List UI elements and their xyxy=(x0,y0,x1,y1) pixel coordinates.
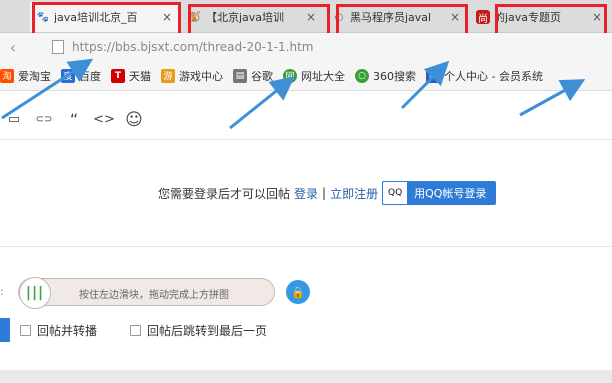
login-link[interactable]: 登录 xyxy=(294,185,318,202)
captcha-hint: 按住左边滑块，拖动完成上方拼图 xyxy=(79,290,229,301)
lock-glyph: 🔒 xyxy=(291,285,305,299)
shang-icon: 尚 xyxy=(476,10,490,25)
qq-login-label: 用QQ帐号登录 xyxy=(414,187,487,200)
address-bar: ‹ https://bbs.bjsxt.com/thread-20-1-1.ht… xyxy=(0,33,612,61)
bookmarks-bar: 淘 爱淘宝 度 百度 T 天猫 游 游戏中心 ▤ 谷歌 网 网址大全 ○ 360… xyxy=(0,61,612,91)
bookmark-game[interactable]: 游 游戏中心 xyxy=(161,68,223,84)
register-link[interactable]: 立即注册 xyxy=(330,185,378,202)
qq-icon: QQ xyxy=(382,181,409,205)
link-icon[interactable]: ⊂⊃ xyxy=(30,108,58,132)
grip-icon: ||| xyxy=(25,285,45,301)
bookmark-360[interactable]: ○ 360搜索 xyxy=(355,68,416,84)
url-input[interactable]: https://bbs.bjsxt.com/thread-20-1-1.htm xyxy=(72,40,314,54)
back-icon[interactable]: ‹ xyxy=(2,38,24,57)
bookmark-google[interactable]: ▤ 谷歌 xyxy=(233,68,273,84)
bookmark-label: 游戏中心 xyxy=(179,69,223,83)
bookmark-label: 网址大全 xyxy=(301,69,345,83)
option-jump-last[interactable]: 回帖后跳转到最后一页 xyxy=(130,322,267,339)
editor-toolbar: ▭ ⊂⊃ “ <> ☺ xyxy=(0,100,612,140)
bookmark-label: 爱淘宝 xyxy=(18,69,51,83)
separator: | xyxy=(322,186,327,200)
captcha-slider-handle[interactable]: ||| xyxy=(19,277,51,309)
emoji-icon[interactable]: ☺ xyxy=(120,108,148,132)
game-icon: 游 xyxy=(161,68,175,83)
quote-icon[interactable]: “ xyxy=(60,108,88,132)
lock-icon[interactable]: 🔒 xyxy=(286,280,310,304)
option-label: 回帖并转播 xyxy=(37,324,98,338)
bookmark-tmall[interactable]: T 天猫 xyxy=(111,68,151,84)
bookmark-member[interactable]: ▣ 个人中心 - 会员系统 xyxy=(426,68,543,84)
repost-checkbox[interactable] xyxy=(20,325,31,336)
search360-icon: ○ xyxy=(355,68,369,83)
member-icon: ▣ xyxy=(426,68,440,83)
bookmark-label: 谷歌 xyxy=(251,69,273,83)
qq-login-button[interactable]: QQ 用QQ帐号登录 xyxy=(382,181,497,205)
option-repost[interactable]: 回帖并转播 xyxy=(20,322,97,339)
login-prompt: 您需要登录后才可以回帖 登录 | 立即注册 QQ 用QQ帐号登录 xyxy=(158,180,497,206)
sites-icon: 网 xyxy=(283,68,297,83)
submit-button-edge[interactable] xyxy=(0,318,10,342)
bookmark-label: 360搜索 xyxy=(373,69,416,83)
bookmark-sites[interactable]: 网 网址大全 xyxy=(283,68,345,84)
image-icon[interactable]: ▭ xyxy=(0,108,28,132)
jump-last-checkbox[interactable] xyxy=(130,325,141,336)
divider xyxy=(0,246,612,247)
captcha-slider-track: ||| 按住左边滑块，拖动完成上方拼图 xyxy=(18,277,275,309)
bookmark-label: 百度 xyxy=(79,69,101,83)
page-icon: ▤ xyxy=(233,68,247,83)
page-icon xyxy=(52,40,64,54)
baidu-paw-icon: 度 xyxy=(61,68,75,83)
bookmark-taobao[interactable]: 淘 爱淘宝 xyxy=(0,68,51,84)
taobao-icon: 淘 xyxy=(0,68,14,83)
code-icon[interactable]: <> xyxy=(90,108,118,132)
bookmark-label: 个人中心 - 会员系统 xyxy=(444,69,543,83)
option-label: 回帖后跳转到最后一页 xyxy=(147,324,268,338)
bookmark-baidu[interactable]: 度 百度 xyxy=(61,68,101,84)
footer-bar xyxy=(0,370,612,383)
tmall-icon: T xyxy=(111,68,125,83)
login-prompt-text: 您需要登录后才可以回帖 xyxy=(158,186,291,201)
bookmark-label: 天猫 xyxy=(129,69,151,83)
edge-glyph: : xyxy=(0,285,4,298)
